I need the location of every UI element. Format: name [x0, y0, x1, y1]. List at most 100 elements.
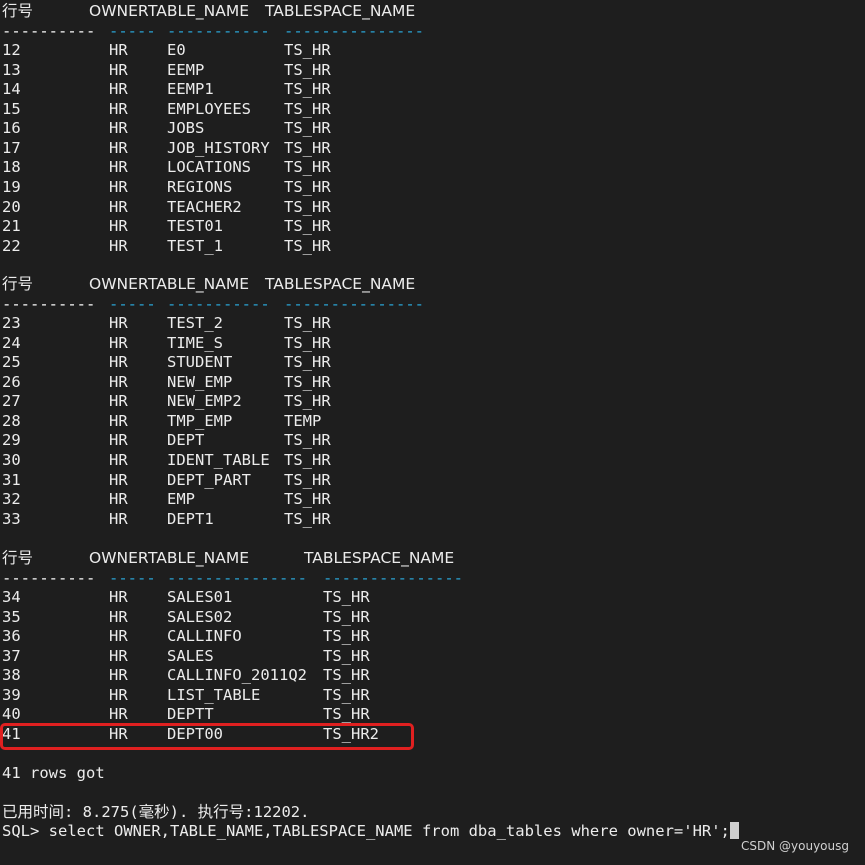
separator-dashes: --------------- [323, 568, 463, 587]
table-cell: 35 [2, 607, 21, 626]
table-cell: TMP_EMP [167, 411, 233, 430]
table-cell: TEMP [284, 411, 322, 430]
table-cell: HR [109, 177, 128, 196]
table-cell: HR [109, 490, 128, 509]
table-cell: TS_HR [284, 217, 331, 236]
column-header: 行号 [2, 2, 34, 20]
table-cell: 19 [2, 177, 21, 196]
table-cell: 16 [2, 119, 21, 138]
table-cell: HR [109, 138, 128, 157]
table-cell: TEST_1 [167, 236, 223, 255]
table-cell: TS_HR [284, 450, 331, 469]
table-cell: TS_HR [284, 353, 331, 372]
table-cell: HR [109, 80, 128, 99]
table-cell: 32 [2, 490, 21, 509]
table-cell: STUDENT [167, 353, 233, 372]
table-cell: TS_HR [284, 41, 331, 60]
table-cell: TS_HR [284, 158, 331, 177]
table-cell: TS_HR [323, 646, 370, 665]
table-cell: DEPTT [167, 705, 214, 724]
table-cell: 24 [2, 333, 21, 352]
table-cell: TS_HR [284, 314, 331, 333]
table-cell: HR [109, 372, 128, 391]
table-cell: 40 [2, 705, 21, 724]
table-cell: 18 [2, 158, 21, 177]
table-cell: TS_HR [284, 80, 331, 99]
table-cell: 26 [2, 372, 21, 391]
table-cell: TS_HR [323, 588, 370, 607]
column-header: OWNER [89, 2, 149, 20]
table-cell: HR [109, 509, 128, 528]
table-cell: SALES01 [167, 588, 233, 607]
column-header: TABLESPACE_NAME [265, 2, 416, 20]
table-cell: JOB_HISTORY [167, 138, 270, 157]
table-cell: TS_HR [284, 392, 331, 411]
column-header: 行号 [2, 275, 34, 293]
highlight-box-row-41 [0, 723, 414, 750]
table-cell: NEW_EMP2 [167, 392, 242, 411]
table-cell: TS_HR [284, 236, 331, 255]
table-cell: 34 [2, 588, 21, 607]
table-cell: EMPLOYEES [167, 99, 251, 118]
separator-dashes: --------------- [167, 568, 307, 587]
table-cell: 17 [2, 138, 21, 157]
table-cell: CALLINFO [167, 627, 242, 646]
table-cell: 29 [2, 431, 21, 450]
table-cell: HR [109, 470, 128, 489]
table-cell: 13 [2, 60, 21, 79]
command-line[interactable]: SQL> select OWNER,TABLE_NAME,TABLESPACE_… [2, 822, 739, 842]
table-cell: TIME_S [167, 333, 223, 352]
separator-dashes: ---------- [2, 21, 96, 40]
table-cell: LIST_TABLE [167, 685, 261, 704]
table-cell: HR [109, 333, 128, 352]
table-cell: HR [109, 646, 128, 665]
watermark: CSDN @youyousg [741, 839, 849, 853]
text-cursor [729, 822, 739, 839]
table-cell: HR [109, 588, 128, 607]
column-header: TABLESPACE_NAME [265, 275, 416, 293]
table-cell: TS_HR [284, 197, 331, 216]
table-cell: 25 [2, 353, 21, 372]
table-cell: TS_HR [284, 509, 331, 528]
table-cell: TS_HR [284, 372, 331, 391]
table-cell: 36 [2, 627, 21, 646]
table-cell: TEST_2 [167, 314, 223, 333]
table-cell: 14 [2, 80, 21, 99]
table-cell: 38 [2, 666, 21, 685]
table-cell: HR [109, 99, 128, 118]
table-cell: 22 [2, 236, 21, 255]
table-cell: TS_HR [284, 60, 331, 79]
column-header: TABLE_NAME [148, 2, 250, 20]
sql-command: select OWNER,TABLE_NAME,TABLESPACE_NAME … [48, 822, 730, 840]
table-cell: NEW_EMP [167, 372, 233, 391]
table-cell: HR [109, 41, 128, 60]
table-cell: HR [109, 353, 128, 372]
table-cell: TS_HR [284, 333, 331, 352]
table-cell: TS_HR [323, 627, 370, 646]
table-cell: 27 [2, 392, 21, 411]
table-cell: CALLINFO_2011Q2 [167, 666, 307, 685]
column-header: OWNER [89, 275, 149, 293]
column-header: 行号 [2, 549, 34, 567]
rows-summary: 41 rows got [2, 764, 105, 782]
table-cell: TS_HR [323, 666, 370, 685]
table-cell: E0 [167, 41, 186, 60]
table-cell: TS_HR [284, 138, 331, 157]
table-cell: 30 [2, 450, 21, 469]
table-cell: HR [109, 392, 128, 411]
table-cell: HR [109, 217, 128, 236]
table-cell: HR [109, 705, 128, 724]
table-cell: DEPT1 [167, 509, 214, 528]
table-cell: HR [109, 158, 128, 177]
separator-dashes: ----------- [167, 294, 270, 313]
table-cell: HR [109, 411, 128, 430]
separator-dashes: ---------- [2, 568, 96, 587]
table-cell: IDENT_TABLE [167, 450, 270, 469]
table-cell: EMP [167, 490, 195, 509]
separator-dashes: --------------- [284, 294, 424, 313]
table-cell: TS_HR [284, 490, 331, 509]
table-cell: HR [109, 119, 128, 138]
column-header: TABLESPACE_NAME [304, 549, 455, 567]
table-cell: TEST01 [167, 217, 223, 236]
table-cell: LOCATIONS [167, 158, 251, 177]
